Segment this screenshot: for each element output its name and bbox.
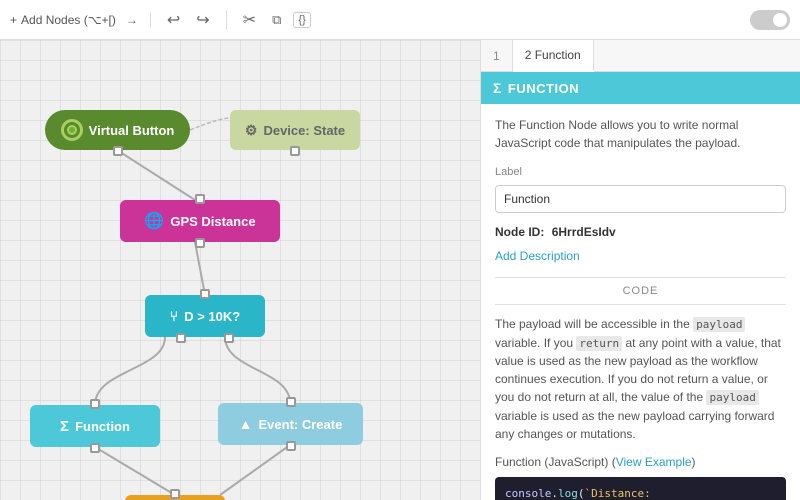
- panel-header: Σ FUNCTION: [481, 72, 800, 104]
- node-gps-distance[interactable]: 🌐 GPS Distance: [120, 200, 280, 242]
- port-top-func: [90, 399, 100, 409]
- panel-tab-bar: 1 2 Function: [481, 40, 800, 72]
- node-function-label: Function: [75, 419, 130, 434]
- gps-icon: 🌐: [144, 211, 164, 231]
- node-virtual-button-label: Virtual Button: [89, 123, 175, 138]
- panel-body: The Function Node allows you to write no…: [481, 104, 800, 500]
- add-description-link[interactable]: Add Description: [495, 247, 786, 265]
- code-section-header: CODE: [495, 277, 786, 306]
- func-label: Function (JavaScript) (View Example): [495, 453, 786, 471]
- tab-1[interactable]: 1: [481, 40, 513, 71]
- plus-icon: +: [10, 13, 17, 27]
- sigma-icon-function: Σ: [60, 418, 69, 435]
- port-bottom-gps: [195, 238, 205, 248]
- node-d10k-label: D > 10K?: [184, 309, 240, 324]
- code-block: console.log(`Distance: ${payload.working…: [495, 477, 786, 500]
- node-d10k[interactable]: ⑂ D > 10K?: [145, 295, 265, 337]
- undo-button[interactable]: ↩: [163, 8, 184, 32]
- view-example-link[interactable]: View Example: [616, 455, 692, 469]
- port-bottom-event: [286, 441, 296, 451]
- redo-button[interactable]: ↪: [192, 8, 213, 32]
- toggle-switch[interactable]: [750, 10, 790, 30]
- node-bottom[interactable]: [125, 495, 225, 500]
- tab-1-label: 1: [493, 49, 500, 63]
- tab-2-function[interactable]: 2 Function: [513, 40, 594, 72]
- node-device-state[interactable]: ⚙ Device: State: [230, 110, 360, 150]
- sigma-icon-header: Σ: [493, 80, 502, 96]
- arrow-icon: →: [126, 13, 138, 27]
- copy-button[interactable]: ⧉: [268, 10, 285, 30]
- label-input[interactable]: [495, 185, 786, 213]
- workflow-canvas[interactable]: Virtual Button ⚙ Device: State 🌐 GPS Dis…: [0, 40, 480, 500]
- toolbar: + Add Nodes (⌥+[) → ↩ ↪ ✂ ⧉ {}: [0, 0, 800, 40]
- code-line-1: console.log(`Distance: ${payload.working…: [505, 485, 776, 500]
- port-bottom-func: [90, 443, 100, 453]
- code-button[interactable]: {}: [293, 12, 310, 28]
- port-bottom-ds: [290, 146, 300, 156]
- virtual-btn-inner: [67, 125, 77, 135]
- node-id-value: 6HrrdEsIdv: [552, 225, 616, 239]
- branch-icon: ⑂: [170, 308, 178, 324]
- gear-icon: ⚙: [245, 122, 258, 139]
- code-description: The payload will be accessible in the pa…: [495, 315, 786, 443]
- node-device-state-label: Device: State: [263, 123, 345, 138]
- add-nodes-label: Add Nodes (⌥+[): [21, 13, 116, 27]
- port-top-bottom: [170, 489, 180, 499]
- panel-title: FUNCTION: [508, 81, 579, 96]
- panel-description: The Function Node allows you to write no…: [495, 116, 786, 152]
- node-gps-label: GPS Distance: [170, 214, 255, 229]
- node-function[interactable]: Σ Function: [30, 405, 160, 447]
- node-id-prefix: Node ID:: [495, 225, 544, 239]
- node-id-display: Node ID: 6HrrdEsIdv: [495, 223, 786, 241]
- node-event-label: Event: Create: [259, 417, 343, 432]
- node-virtual-button[interactable]: Virtual Button: [45, 110, 190, 150]
- divider: [226, 10, 227, 30]
- port-top-event: [286, 397, 296, 407]
- port-top-d10k: [200, 289, 210, 299]
- port-top-gps: [195, 194, 205, 204]
- cut-button[interactable]: ✂: [239, 8, 260, 32]
- node-event-create[interactable]: ▲ Event: Create: [218, 403, 363, 445]
- event-icon: ▲: [239, 416, 253, 432]
- port-bottom-right-d10k: [224, 333, 234, 343]
- label-field-label: Label: [495, 164, 786, 181]
- port-bottom: [113, 146, 123, 156]
- func-label-text: Function (JavaScript): [495, 455, 608, 469]
- virtual-btn-icon: [61, 119, 83, 141]
- add-nodes-btn[interactable]: + Add Nodes (⌥+[) →: [10, 13, 151, 27]
- port-bottom-left-d10k: [176, 333, 186, 343]
- right-panel: 1 2 Function Σ FUNCTION The Function Nod…: [480, 40, 800, 500]
- tab-2-label: 2 Function: [525, 48, 581, 62]
